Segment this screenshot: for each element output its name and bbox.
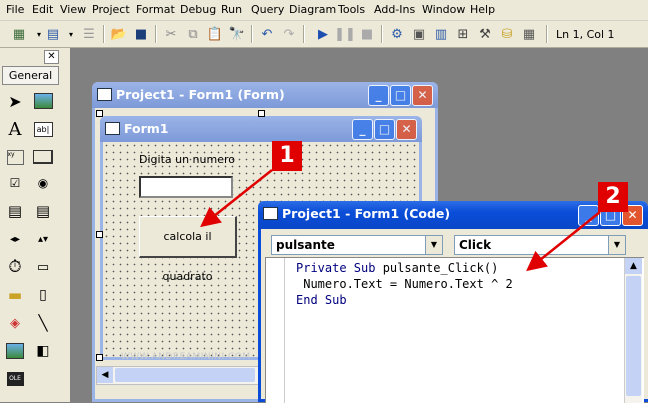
arrow-2 (526, 211, 601, 272)
arrow-1 (200, 169, 273, 228)
callout-2: 2 (598, 182, 628, 212)
annotation-arrows (200, 169, 601, 272)
callout-1: 1 (272, 141, 302, 171)
